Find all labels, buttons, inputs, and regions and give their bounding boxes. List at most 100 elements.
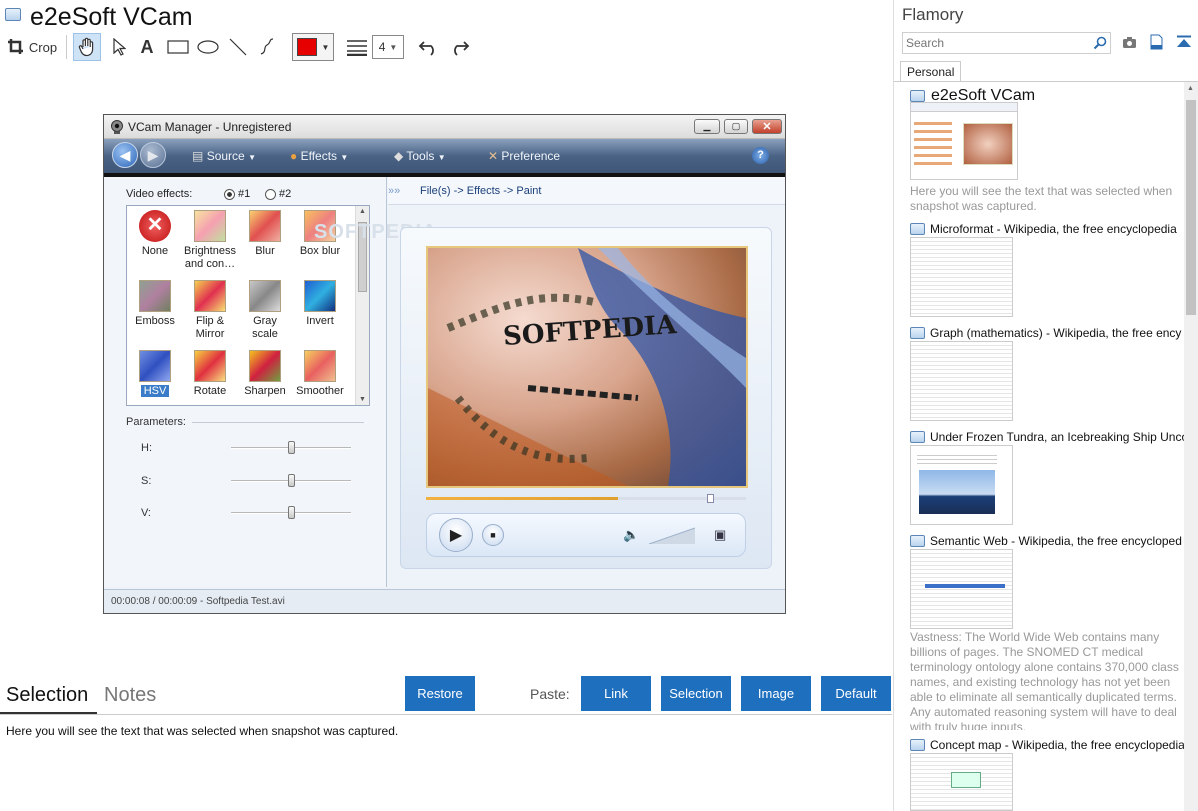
snapshot-thumbnail[interactable] — [910, 237, 1013, 317]
snapshot-thumbnail[interactable] — [910, 753, 1013, 811]
vcam-status-bar: 00:00:08 / 00:00:09 - Softpedia Test.avi — [104, 589, 785, 613]
entry-title[interactable]: Semantic Web - Wikipedia, the free encyc… — [930, 534, 1185, 548]
paste-link-button[interactable]: Link — [581, 676, 651, 711]
nav-source[interactable]: ▤ Source ▼ — [192, 149, 256, 163]
line-tool-button[interactable] — [226, 33, 250, 61]
radio-effects-2[interactable]: #2 — [265, 188, 291, 200]
minimize-button[interactable]: ▁ — [694, 119, 720, 134]
flamory-sidebar: Flamory Personal e2eSoft VCam Here you w… — [893, 0, 1198, 811]
h-slider[interactable] — [231, 441, 351, 454]
snapshot-thumbnail[interactable] — [910, 549, 1013, 629]
paste-label: Paste: — [530, 686, 570, 702]
paste-selection-button[interactable]: Selection — [661, 676, 731, 711]
speaker-icon[interactable]: 🔈 — [623, 527, 639, 543]
paste-default-button[interactable]: Default — [821, 676, 891, 711]
crop-label: Crop — [28, 39, 58, 55]
search-icon[interactable] — [1093, 36, 1107, 50]
webcam-icon — [111, 120, 123, 134]
nav-tools[interactable]: ◆ Tools ▼ — [394, 149, 446, 163]
entry-description: Vastness: The World Wide Web contains ma… — [910, 630, 1179, 730]
back-button[interactable]: ◀ — [112, 142, 138, 168]
effect-hsv[interactable]: HSV — [129, 350, 181, 398]
document-icon — [910, 90, 925, 102]
document-icon — [910, 535, 925, 547]
vcam-window-title: VCam Manager - Unregistered — [128, 120, 292, 134]
collapse-top-icon[interactable] — [1176, 35, 1192, 49]
nav-preference[interactable]: ✕ Preference — [488, 149, 560, 163]
entry-title[interactable]: Microformat - Wikipedia, the free encycl… — [930, 222, 1185, 236]
ellipse-tool-button[interactable] — [195, 33, 221, 61]
document-icon — [910, 223, 925, 235]
page-icon[interactable] — [1150, 34, 1163, 50]
scroll-up-icon: ▲ — [359, 208, 366, 215]
tab-personal[interactable]: Personal — [900, 61, 962, 82]
help-button[interactable]: ? — [752, 147, 769, 164]
rectangle-tool-button[interactable] — [165, 33, 191, 61]
select-tool-button[interactable] — [107, 33, 131, 61]
hand-tool-button[interactable] — [73, 33, 101, 61]
maximize-icon: ▢ — [731, 121, 741, 131]
effect-none[interactable]: ✕ None — [129, 210, 181, 258]
effect-thumbnail — [304, 350, 336, 382]
camera-icon[interactable] — [1122, 36, 1137, 49]
selection-text[interactable]: Here you will see the text that was sele… — [6, 724, 398, 738]
effect-invert[interactable]: Invert — [294, 280, 346, 328]
effect-thumbnail — [249, 350, 281, 382]
effect-blur[interactable]: Blur — [239, 210, 291, 258]
video-seekbar[interactable] — [426, 494, 746, 503]
snapshot-thumbnail[interactable] — [910, 102, 1018, 180]
chevron-down-icon: ▼ — [321, 42, 330, 52]
redo-button[interactable] — [446, 33, 472, 61]
snapshot-vcam-window: VCam Manager - Unregistered ▁ ▢ ✕ ◀ ▶ ▤ … — [103, 114, 786, 614]
effect-gray-scale[interactable]: Gray scale — [239, 280, 291, 341]
seek-thumb[interactable] — [707, 494, 714, 503]
radio-effects-1[interactable]: #1 — [224, 188, 250, 200]
crop-button[interactable]: Crop — [6, 33, 58, 61]
undo-button[interactable] — [416, 33, 442, 61]
slider-knob[interactable] — [288, 506, 295, 519]
maximize-button[interactable]: ▢ — [724, 119, 748, 134]
entry-title[interactable]: Graph (mathematics) - Wikipedia, the fre… — [930, 326, 1185, 340]
effect-sharpen[interactable]: Sharpen — [239, 350, 291, 398]
search-input[interactable] — [902, 32, 1111, 54]
undo-icon — [418, 41, 434, 56]
scroll-thumb[interactable] — [1186, 100, 1196, 315]
color-swatch — [296, 38, 317, 56]
v-slider[interactable] — [231, 506, 351, 519]
crop-icon — [7, 39, 23, 54]
effect-brightness[interactable]: Brightness and con… — [184, 210, 236, 271]
redo-icon — [454, 41, 470, 56]
freehand-tool-button[interactable] — [255, 33, 279, 61]
line-width-value: 4 — [378, 40, 386, 54]
snapshot-thumbnail[interactable] — [910, 445, 1013, 525]
forward-button[interactable]: ▶ — [140, 142, 166, 168]
slider-knob[interactable] — [288, 441, 295, 454]
volume-level[interactable] — [649, 526, 695, 544]
arrow-cursor-icon — [113, 38, 126, 56]
tab-selection[interactable]: Selection — [6, 684, 88, 707]
sidebar-scrollbar[interactable]: ▲ — [1184, 82, 1198, 811]
snapshot-thumbnail[interactable] — [910, 341, 1013, 421]
stop-button[interactable]: ■ — [482, 524, 504, 546]
effect-smoother[interactable]: Smoother — [294, 350, 346, 398]
restore-button[interactable]: Restore — [405, 676, 475, 711]
effect-flip-mirror[interactable]: Flip & Mirror — [184, 280, 236, 341]
s-slider[interactable] — [231, 474, 351, 487]
text-tool-button[interactable]: A — [136, 33, 158, 61]
slider-knob[interactable] — [288, 474, 295, 487]
monitor-icon[interactable]: ▣ — [714, 527, 726, 543]
effect-emboss[interactable]: Emboss — [129, 280, 181, 328]
tab-notes[interactable]: Notes — [104, 684, 156, 707]
paste-image-button[interactable]: Image — [741, 676, 811, 711]
play-button[interactable]: ▶ — [439, 518, 473, 552]
entry-title[interactable]: Under Frozen Tundra, an Icebreaking Ship… — [930, 430, 1185, 444]
close-button[interactable]: ✕ — [752, 119, 782, 134]
line-width-select[interactable]: 4 ▼ — [372, 35, 404, 59]
effect-thumbnail — [194, 350, 226, 382]
video-effects-label: Video effects: — [126, 188, 193, 200]
nav-effects[interactable]: ● Effects ▼ — [290, 149, 348, 163]
color-picker[interactable]: ▼ — [292, 33, 334, 61]
effect-rotate[interactable]: Rotate — [184, 350, 236, 398]
video-preview: SOFTPEDIA — [426, 246, 748, 488]
entry-title[interactable]: Concept map - Wikipedia, the free encycl… — [930, 738, 1185, 752]
